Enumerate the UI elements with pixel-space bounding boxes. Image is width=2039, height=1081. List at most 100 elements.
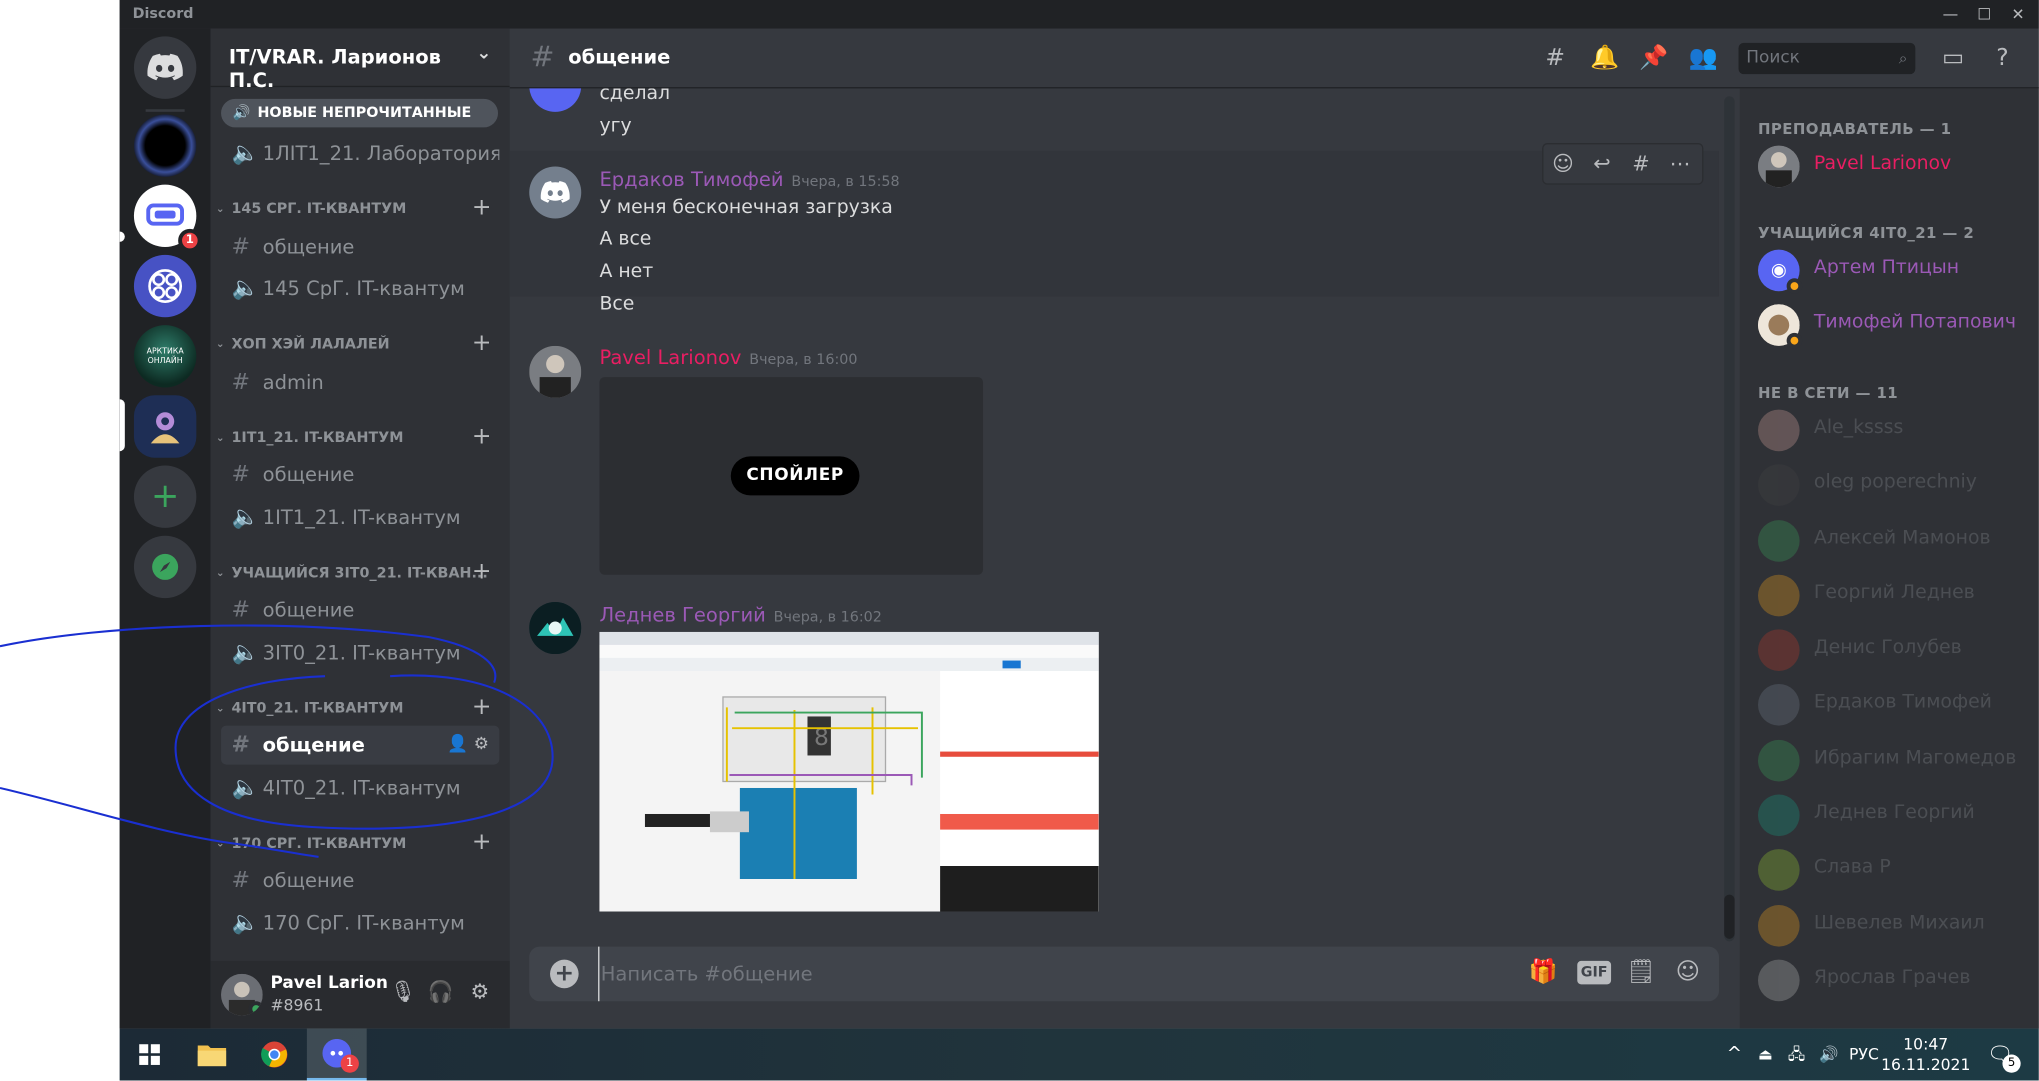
create-channel-button[interactable]: + [472,330,492,356]
member-item[interactable]: Денис Голубев [1750,623,2028,678]
chrome-button[interactable] [244,1029,304,1081]
scrollbar-thumb[interactable] [1724,894,1735,939]
network-icon[interactable]: 🖧 [1788,1029,1805,1081]
new-unreads-button[interactable]: 🔊 НОВЫЕ НЕПРОЧИТАННЫЕ [221,98,499,128]
avatar[interactable] [529,88,582,112]
explore-button[interactable] [133,535,197,599]
server-vr[interactable]: 1 [133,184,202,253]
volume-icon[interactable]: 🔊 [1819,1029,1838,1081]
create-channel-button[interactable]: + [472,558,492,585]
maximize-button[interactable]: ☐ [1971,3,1997,26]
avatar[interactable] [529,602,582,655]
server-header[interactable]: IT/VRAR. Ларионов П.С. ⌄ [210,29,510,92]
message-composer[interactable]: + Написать #общение 🎁 GIF 🗒 ☺ [529,946,1719,1002]
text-channel-selected[interactable]: # общение 👤 ⚙ [221,725,500,765]
voice-channel[interactable]: 🔈 145 СрГ. IT-квантум [221,269,499,308]
text-channel[interactable]: # общение [221,455,499,494]
voice-channel[interactable]: 🔈 170 СрГ. IT-квантум [221,904,499,943]
member-item[interactable]: oleg poperechniy [1750,458,2028,513]
create-channel-button[interactable]: + [472,829,492,856]
minimize-button[interactable]: — [1937,3,1963,26]
inbox-icon[interactable]: ▭ [1937,44,1968,75]
category-header[interactable]: ⌄ 4IT0_21. IT-КВАНТУМ + [216,694,499,722]
member-item[interactable]: Тимофей Потапович [1750,298,2028,353]
emoji-icon[interactable]: ☺ [1672,958,1703,989]
sticker-icon[interactable]: 🗒 [1625,958,1656,989]
avatar[interactable] [529,166,582,219]
member-item[interactable]: Ибрагим Магомедов [1750,733,2028,788]
category-header[interactable]: ⌄ 1IT1_21. IT-КВАНТУМ + [216,423,499,451]
avatar[interactable] [221,973,263,1016]
add-server-button[interactable]: + [133,465,197,528]
image-attachment[interactable]: 8 [599,631,1099,912]
member-item[interactable]: Ярослав Грачев [1750,953,2028,1008]
member-item[interactable]: ◉ Артем Птицын [1750,243,2028,298]
scrollbar-track[interactable] [1724,96,1735,942]
voice-channel[interactable]: 🔈 3IT0_21. IT-квантум [221,633,499,672]
category-header[interactable]: ⌄ 170 СРГ. IT-КВАНТУМ + [216,829,499,857]
input-language[interactable]: РУС [1849,1029,1879,1081]
member-item[interactable]: Георгий Леднев [1750,568,2028,623]
member-item[interactable]: Алексей Мамонов [1750,514,2028,569]
headphones-icon[interactable]: 🎧 [425,979,456,1010]
voice-channel[interactable]: 🔈 4IT0_21. IT-квантум [221,768,499,807]
thread-icon[interactable]: # [1625,151,1656,180]
discord-taskbar-button[interactable]: 1 [306,1028,367,1081]
show-hidden-icons-icon[interactable]: ^ [1727,1029,1742,1081]
server-dark-sphere[interactable] [133,114,197,177]
gift-icon[interactable]: 🎁 [1528,958,1559,989]
avatar[interactable] [529,345,582,398]
author-name[interactable]: Pavel Larionov [599,346,741,369]
member-item[interactable]: Pavel Larionov [1750,139,2028,194]
text-channel[interactable]: # общение [221,861,499,900]
home-button[interactable] [133,36,197,99]
member-item[interactable]: Ердаков Тимофей [1750,677,2028,732]
start-button[interactable] [120,1029,180,1081]
add-reaction-icon[interactable]: ☺ [1547,151,1578,180]
threads-icon[interactable]: # [1540,44,1571,75]
member-item[interactable]: Ale_kssss [1750,403,2028,458]
message-text: У меня бесконечная загрузка [599,197,893,219]
gear-icon[interactable]: ⚙ [474,735,489,755]
category-header[interactable]: ⌄ УЧАЩИЙСЯ 3IT0_21. IT-КВАН... + [216,558,499,586]
text-channel[interactable]: # общение [221,590,499,629]
message-input[interactable]: Написать #общение [598,946,813,1002]
server-character[interactable] [133,395,197,458]
member-item[interactable]: Слава Р [1750,843,2028,898]
member-item[interactable]: Леднев Георгий [1750,788,2028,843]
voice-channel[interactable]: 🔈1ЛIT1_21. Лаборатория ... [221,134,499,173]
member-group-header: НЕ В СЕТИ — 11 [1758,383,1899,402]
bell-icon[interactable]: 🔔 [1589,44,1620,75]
text-channel[interactable]: # общение [221,228,499,267]
create-channel-button[interactable]: + [472,423,492,450]
text-channel[interactable]: # admin [221,363,499,402]
member-item[interactable]: Шевелев Михаил [1750,899,2028,954]
member-list-icon[interactable]: 👥 [1688,44,1719,75]
spoiler-attachment[interactable]: СПОЙЛЕР [599,377,984,575]
help-icon[interactable]: ? [1987,44,2018,75]
file-explorer-button[interactable] [182,1029,242,1081]
invite-icon[interactable]: 👤 [447,735,468,755]
microphone-icon[interactable]: 🎙 [387,979,418,1010]
gear-icon[interactable]: ⚙ [464,979,495,1010]
member-name: Ибрагим Магомедов [1813,747,2017,769]
close-button[interactable]: ✕ [2005,3,2031,26]
server-arctic[interactable]: АРКТИКА ОНЛАЙН [133,325,197,388]
category-header[interactable]: ⌄ ХОП ХЭЙ ЛАЛАЛЕЙ + [216,330,499,358]
reply-icon[interactable]: ↩ [1586,151,1617,180]
create-channel-button[interactable]: + [472,694,492,720]
author-name[interactable]: Леднев Георгий [599,603,765,626]
create-channel-button[interactable]: + [472,194,492,221]
author-name[interactable]: Ердаков Тимофей [599,168,783,191]
voice-channel[interactable]: 🔈 1IT1_21. IT-квантум [221,498,499,537]
message-header: Ердаков Тимофей Вчера, в 15:58 [599,166,899,195]
category-header[interactable]: ⌄ 145 СРГ. IT-КВАНТУМ + [216,194,499,222]
system-clock[interactable]: 10:47 16.11.2021 [1878,1034,1974,1076]
gif-button[interactable]: GIF [1577,960,1612,985]
more-icon[interactable]: ⋯ [1664,151,1695,180]
usb-icon[interactable]: ⏏ [1758,1029,1773,1081]
search-input[interactable]: Поиск ⌕ [1738,42,1916,75]
server-pattern[interactable] [133,254,197,318]
pin-icon[interactable]: 📌 [1638,44,1669,75]
upload-button[interactable]: + [550,959,579,989]
